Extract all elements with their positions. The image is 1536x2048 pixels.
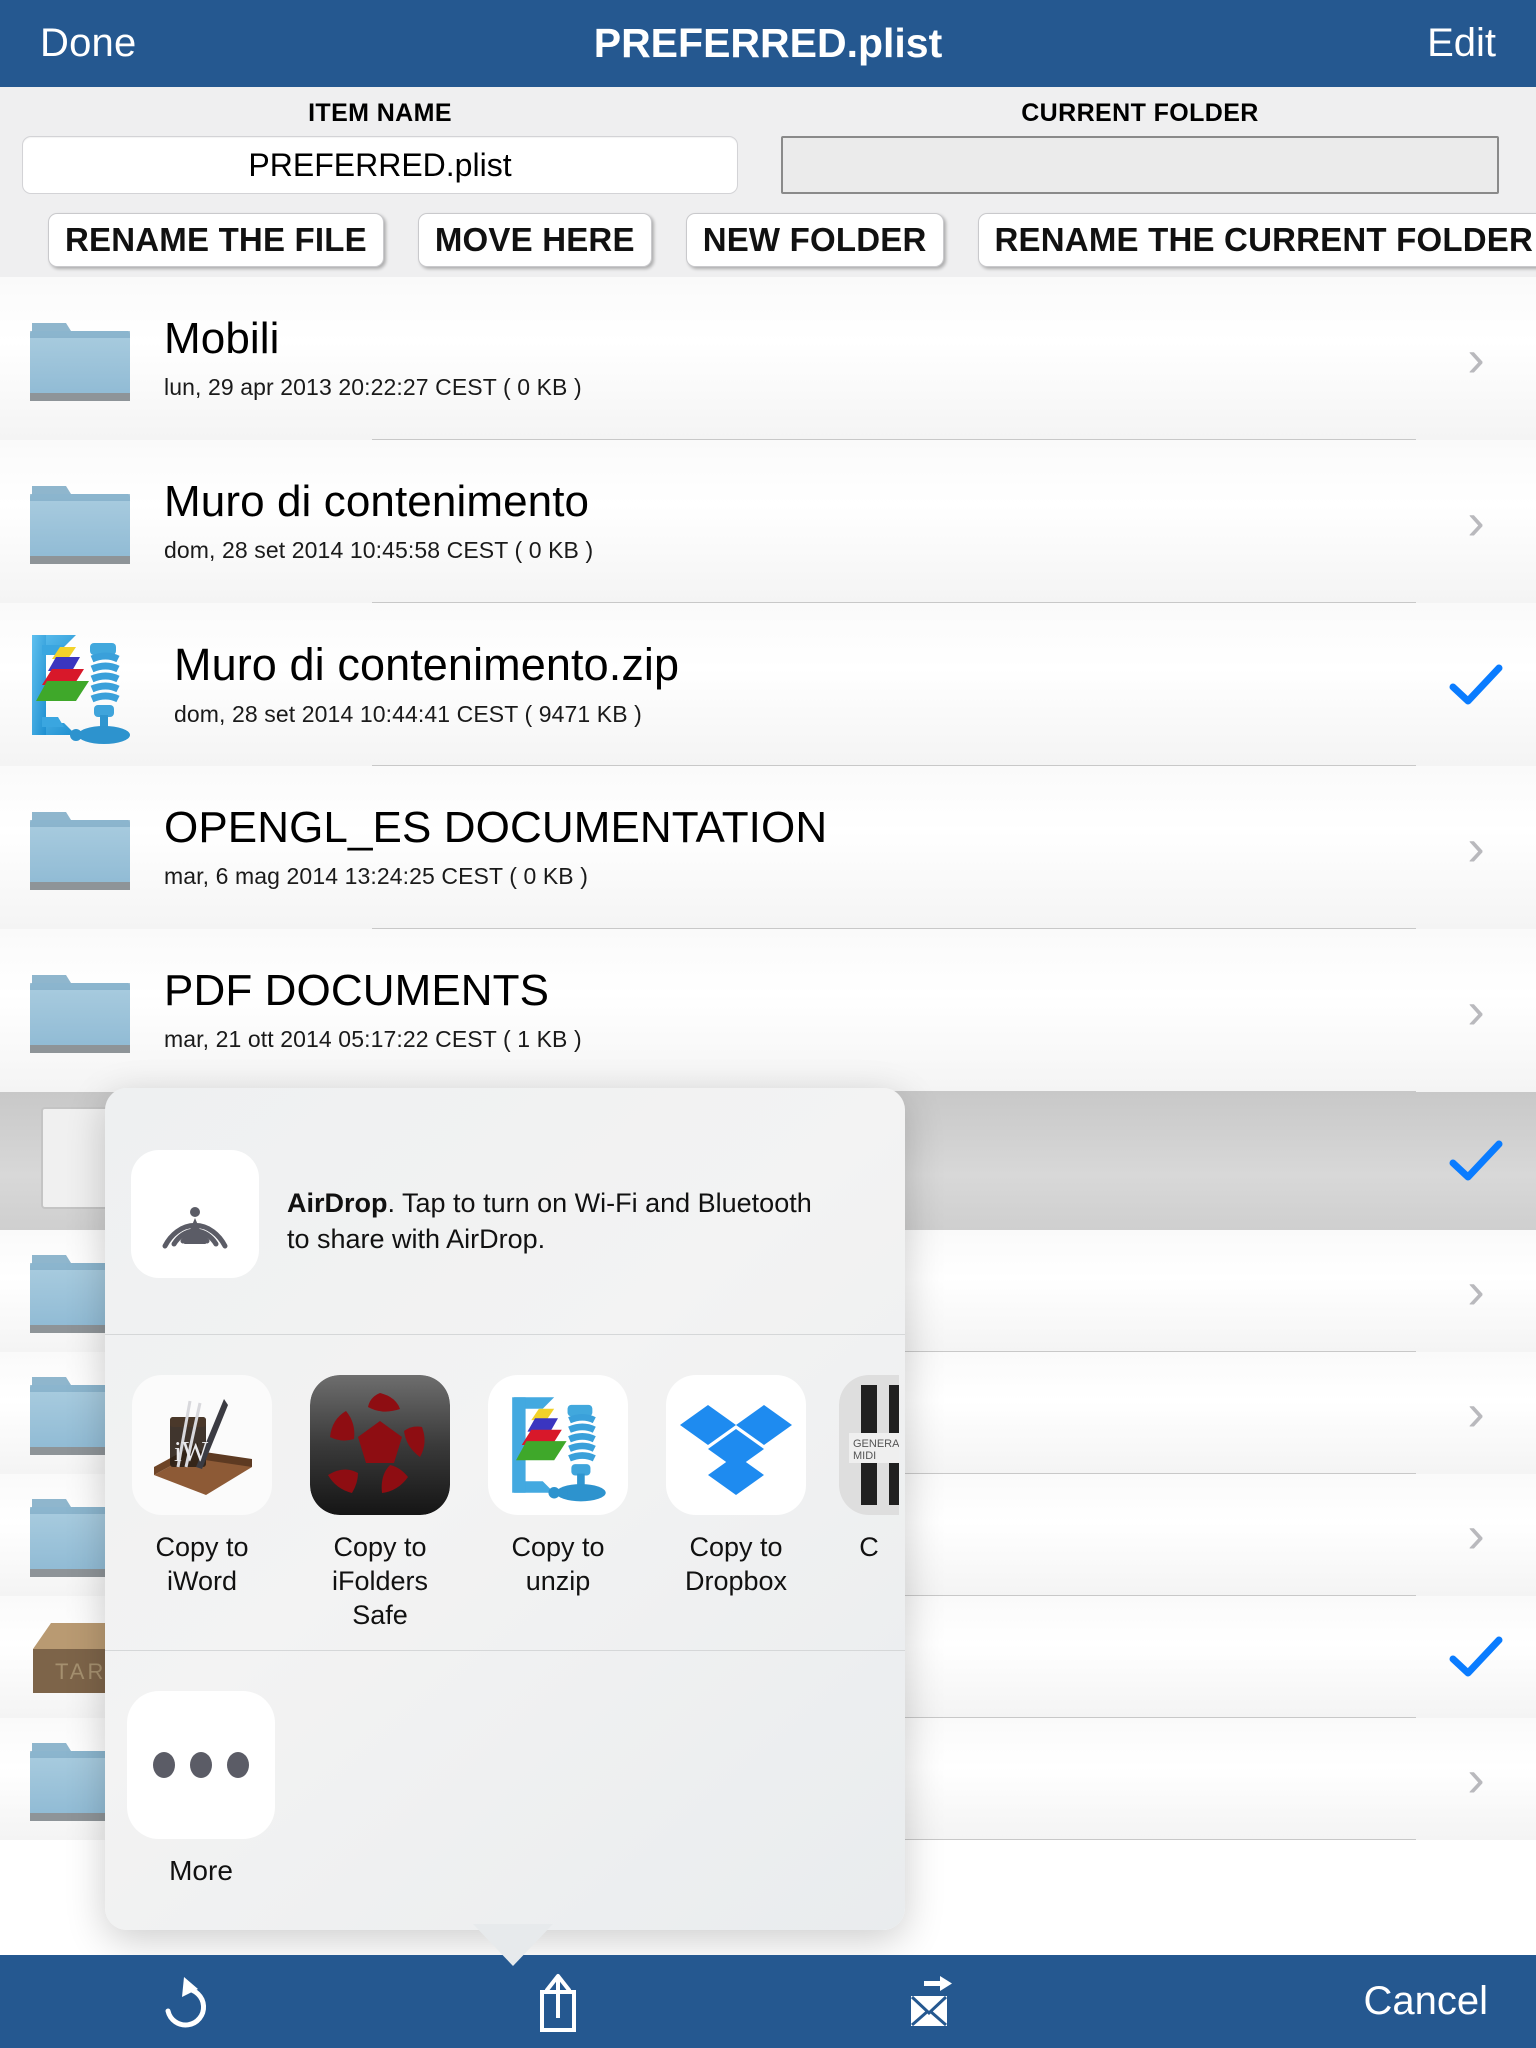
row-body: Muro di contenimento dom, 28 set 2014 10…: [160, 440, 1416, 603]
share-app-dropbox[interactable]: Copy to Dropbox: [661, 1375, 811, 1632]
airdrop-icon: [131, 1150, 259, 1278]
action-button-row: RENAME THE FILE MOVE HERE NEW FOLDER REN…: [0, 203, 1536, 277]
current-folder-label: CURRENT FOLDER: [1021, 99, 1259, 127]
ifolders-safe-icon: [310, 1375, 450, 1515]
chevron-right-icon[interactable]: ›: [1416, 985, 1536, 1037]
file-name: Muro di contenimento: [164, 476, 590, 526]
share-app-iword[interactable]: iW Copy to iWord: [127, 1375, 277, 1632]
share-app-label: Copy to unzip: [511, 1532, 605, 1596]
share-app-ifolders-safe[interactable]: Copy to iFolders Safe: [305, 1375, 455, 1632]
app-root: Done PREFERRED.plist Edit ITEM NAME CURR…: [0, 0, 1536, 2048]
zip-clamp-icon: [0, 621, 160, 749]
rename-current-folder-button[interactable]: RENAME THE CURRENT FOLDER: [977, 213, 1536, 267]
iword-icon: iW: [132, 1375, 272, 1515]
chevron-right-icon[interactable]: ›: [1416, 1509, 1536, 1561]
page-title: PREFERRED.plist: [593, 20, 943, 66]
folder-icon: [0, 796, 160, 900]
item-name-input[interactable]: PREFERRED.plist: [22, 136, 738, 194]
navigation-bar: Done PREFERRED.plist Edit: [0, 0, 1536, 87]
airdrop-section[interactable]: AirDrop. Tap to turn on Wi-Fi and Blueto…: [105, 1088, 905, 1334]
folder-icon: [0, 959, 160, 1063]
field-labels-row: ITEM NAME CURRENT FOLDER: [0, 87, 1536, 128]
share-app-unzip[interactable]: Copy to unzip: [483, 1375, 633, 1632]
airdrop-title: AirDrop: [287, 1188, 388, 1218]
table-row[interactable]: Muro di contenimento.zip dom, 28 set 201…: [0, 603, 1536, 766]
field-inputs-row: PREFERRED.plist: [0, 128, 1536, 194]
ellipsis-dot: [190, 1752, 212, 1779]
current-folder-field-wrap: [760, 136, 1520, 194]
share-app-label: Copy to iFolders Safe: [331, 1532, 429, 1630]
row-body: PDF DOCUMENTS mar, 21 ott 2014 05:17:22 …: [160, 929, 1416, 1092]
row-body: OPENGL_ES DOCUMENTATION mar, 6 mag 2014 …: [160, 766, 1416, 929]
file-meta: dom, 28 set 2014 10:44:41 CEST ( 9471 KB…: [174, 700, 642, 727]
file-meta: mar, 21 ott 2014 05:17:22 CEST ( 1 KB ): [164, 1026, 582, 1053]
new-folder-button[interactable]: NEW FOLDER: [685, 213, 944, 267]
svg-text:TAR: TAR: [55, 1659, 106, 1684]
bottom-toolbar: Cancel: [0, 1955, 1536, 2048]
share-apps-row[interactable]: iW Copy to iWord Copy to iFolders Safe C…: [105, 1335, 905, 1650]
share-icon[interactable]: [372, 1970, 744, 2034]
svg-text:GENERAL: GENERAL: [853, 1438, 899, 1450]
chevron-right-icon[interactable]: ›: [1416, 1387, 1536, 1439]
share-app-midi[interactable]: GENERAL MIDI C: [839, 1375, 899, 1632]
more-section[interactable]: More: [105, 1651, 905, 1897]
item-name-field-wrap: PREFERRED.plist: [0, 136, 760, 194]
share-app-label: C: [859, 1532, 879, 1562]
checkmark-icon[interactable]: [1416, 663, 1536, 707]
ellipsis-icon[interactable]: [127, 1691, 275, 1840]
chevron-right-icon[interactable]: ›: [1416, 1265, 1536, 1317]
ellipsis-dot: [227, 1752, 249, 1779]
current-folder-input[interactable]: [781, 136, 1499, 194]
folder-icon: [0, 307, 160, 411]
share-app-label: Copy to iWord: [155, 1532, 249, 1596]
edit-button[interactable]: Edit: [1427, 21, 1496, 66]
cancel-button[interactable]: Cancel: [1116, 1979, 1536, 2024]
table-row[interactable]: OPENGL_ES DOCUMENTATION mar, 6 mag 2014 …: [0, 766, 1536, 929]
svg-text:MIDI: MIDI: [853, 1450, 876, 1462]
unzip-icon: [488, 1375, 628, 1515]
ellipsis-dot: [153, 1752, 175, 1779]
file-meta: dom, 28 set 2014 10:45:58 CEST ( 0 KB ): [164, 537, 594, 564]
chevron-right-icon[interactable]: ›: [1416, 333, 1536, 385]
checkmark-icon[interactable]: [1416, 1635, 1536, 1679]
midi-app-icon: GENERAL MIDI: [839, 1375, 899, 1515]
done-button[interactable]: Done: [40, 21, 136, 66]
table-row[interactable]: Mobili lun, 29 apr 2013 20:22:27 CEST ( …: [0, 277, 1536, 440]
chevron-right-icon[interactable]: ›: [1416, 1753, 1536, 1805]
folder-icon: [0, 470, 160, 574]
file-name: Mobili: [164, 313, 280, 363]
row-body: Muro di contenimento.zip dom, 28 set 201…: [160, 603, 1416, 766]
popover-arrow: [473, 1924, 553, 1966]
row-body: Mobili lun, 29 apr 2013 20:22:27 CEST ( …: [160, 277, 1416, 440]
file-name: OPENGL_ES DOCUMENTATION: [164, 802, 828, 852]
dropbox-icon: [666, 1375, 806, 1515]
file-meta: lun, 29 apr 2013 20:22:27 CEST ( 0 KB ): [164, 374, 582, 401]
airdrop-message: AirDrop. Tap to turn on Wi-Fi and Blueto…: [287, 1186, 832, 1257]
table-row[interactable]: Muro di contenimento dom, 28 set 2014 10…: [0, 440, 1536, 603]
share-app-label: Copy to Dropbox: [684, 1532, 788, 1596]
more-label: More: [169, 1855, 233, 1887]
rename-file-button[interactable]: RENAME THE FILE: [48, 213, 384, 267]
file-name: PDF DOCUMENTS: [164, 965, 550, 1015]
chevron-right-icon[interactable]: ›: [1416, 496, 1536, 548]
chevron-right-icon[interactable]: ›: [1416, 822, 1536, 874]
move-here-button[interactable]: MOVE HERE: [417, 213, 652, 267]
file-meta: mar, 6 mag 2014 13:24:25 CEST ( 0 KB ): [164, 863, 588, 890]
table-row[interactable]: PDF DOCUMENTS mar, 21 ott 2014 05:17:22 …: [0, 929, 1536, 1092]
refresh-icon[interactable]: [0, 1971, 372, 2033]
checkmark-icon[interactable]: [1416, 1139, 1536, 1183]
mail-forward-icon[interactable]: [744, 1971, 1116, 2033]
file-name: Muro di contenimento.zip: [174, 639, 680, 691]
item-name-label: ITEM NAME: [308, 99, 452, 127]
svg-text:iW: iW: [174, 1437, 209, 1468]
share-sheet-popover[interactable]: AirDrop. Tap to turn on Wi-Fi and Blueto…: [105, 1088, 905, 1930]
